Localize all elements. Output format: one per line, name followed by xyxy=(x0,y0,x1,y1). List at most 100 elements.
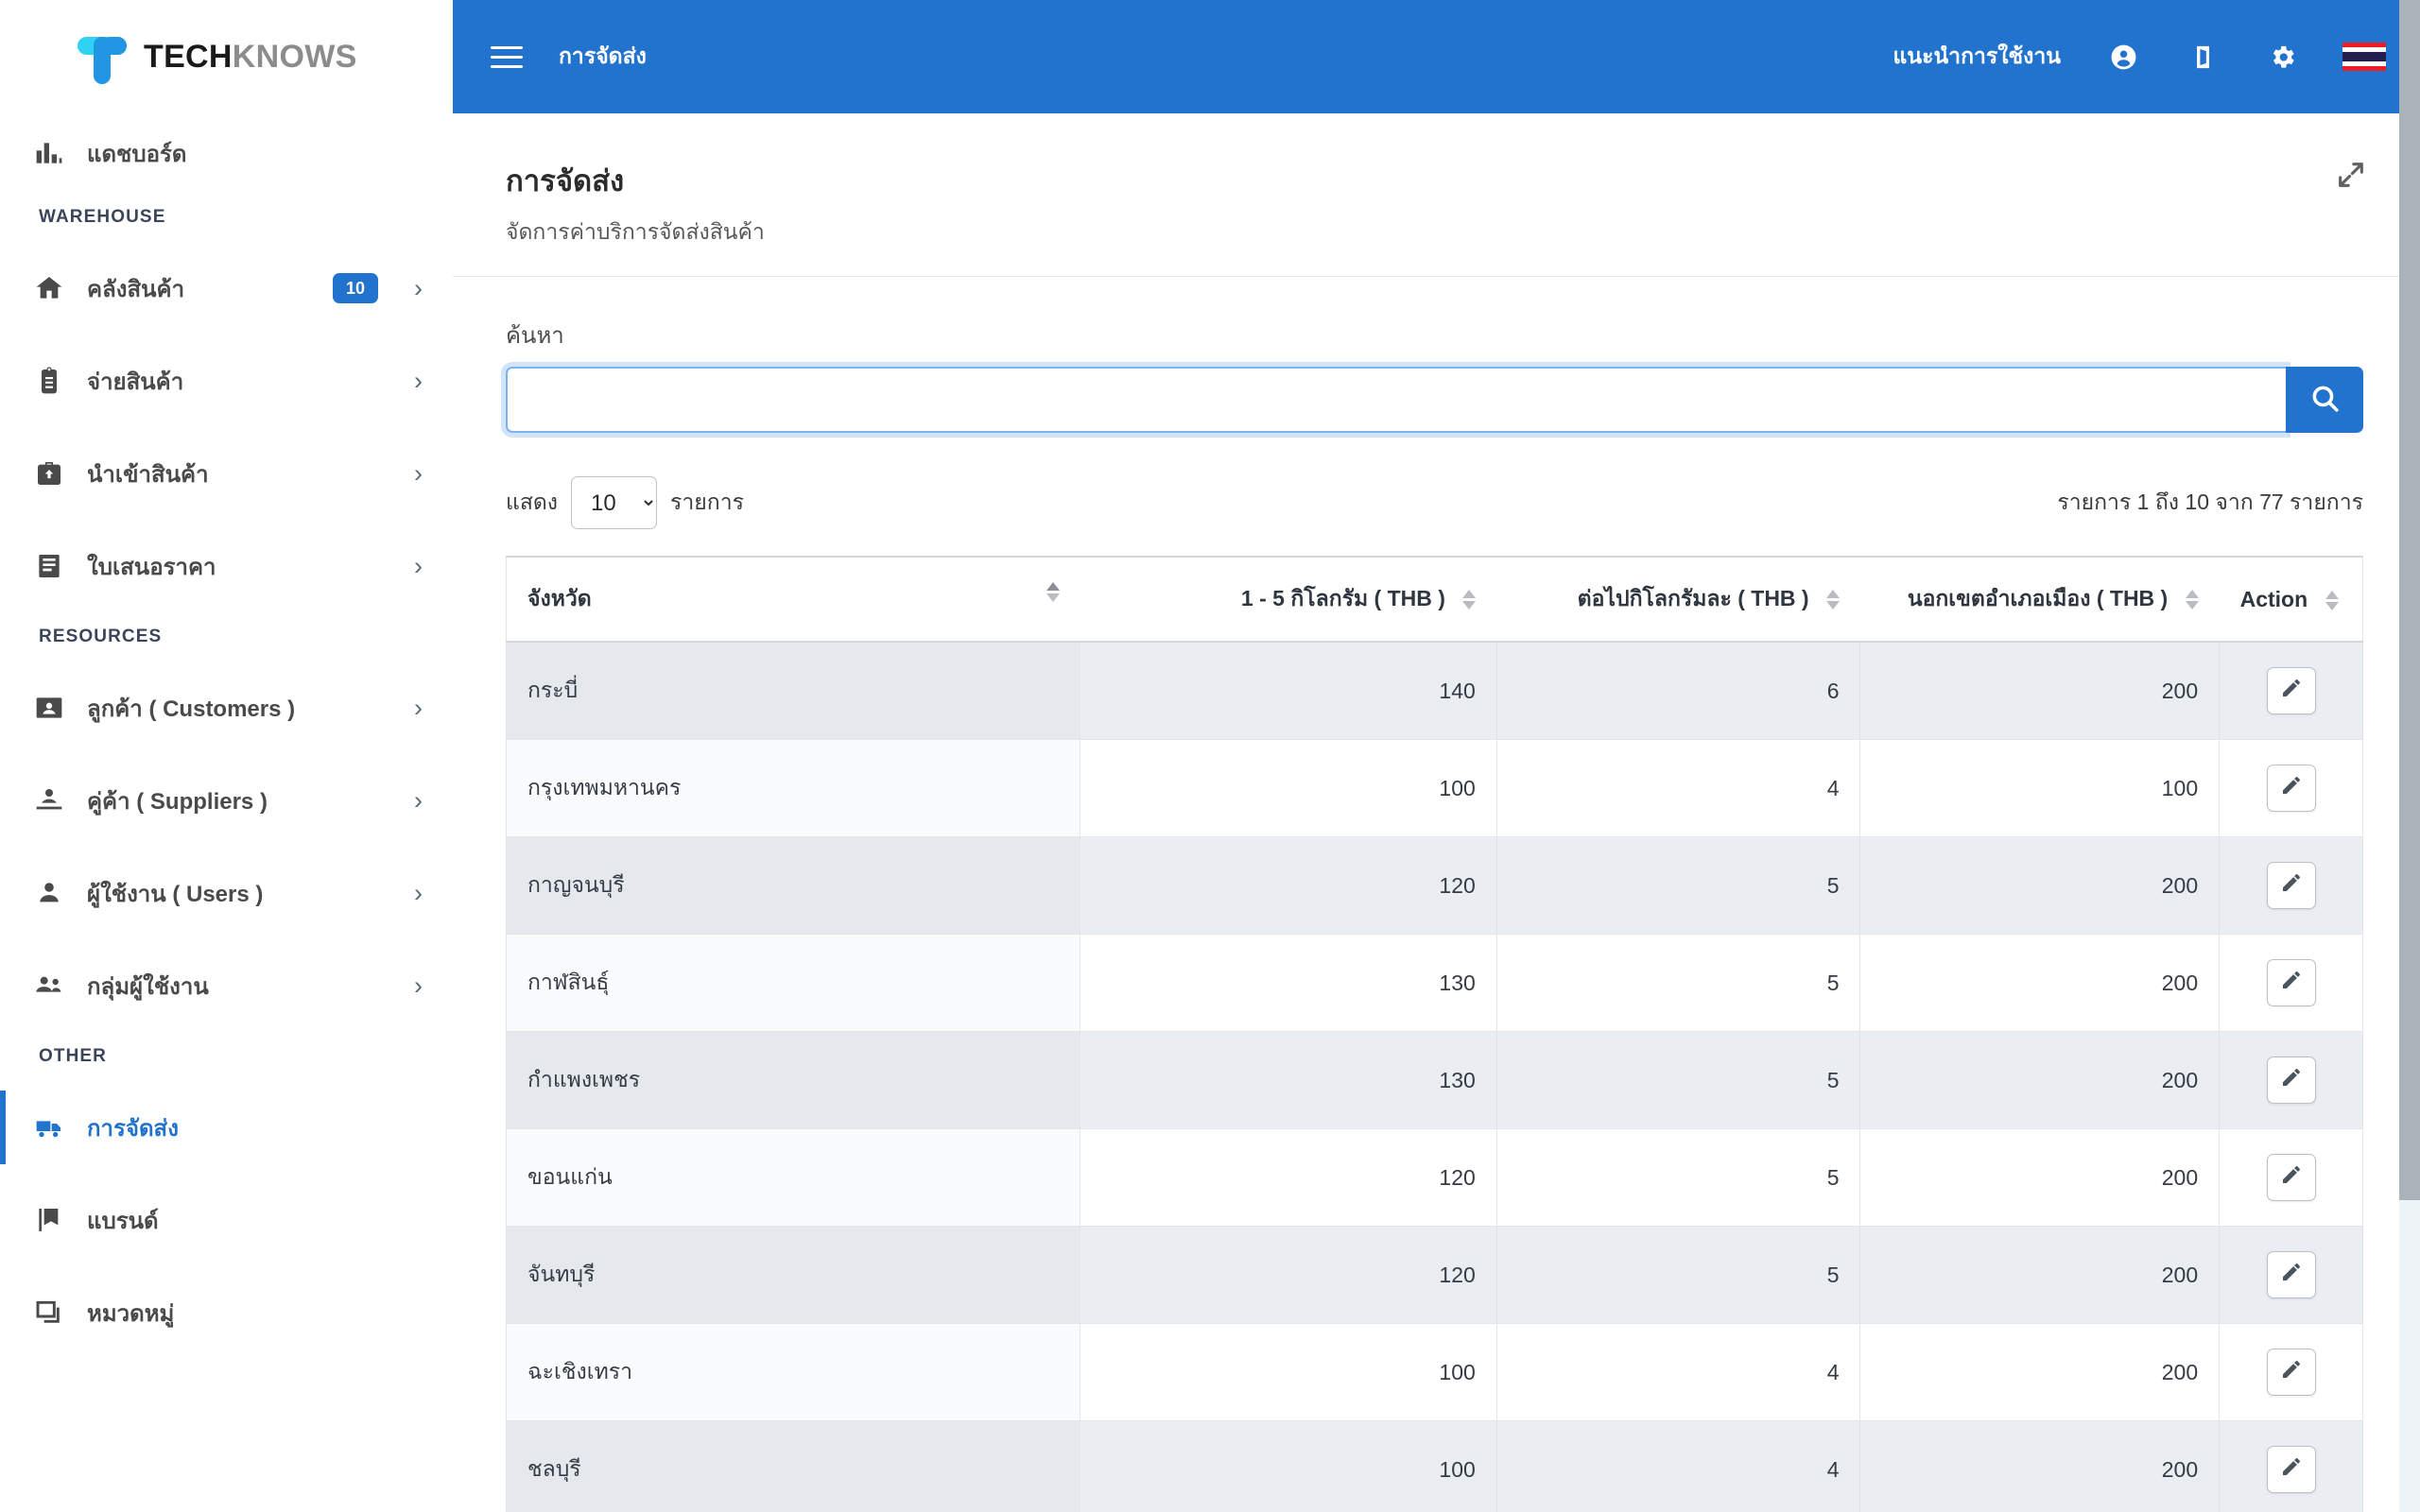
cell-action xyxy=(2219,739,2363,837)
edit-row-button[interactable] xyxy=(2266,667,2316,714)
main-area: การจัดส่ง แนะนำการใช้งาน การจัดส่ง จัดกา… xyxy=(453,0,2420,1512)
sidebar-item-label: นำเข้าสินค้า xyxy=(87,461,209,488)
edit-row-button[interactable] xyxy=(2266,1057,2316,1104)
page-scrollbar[interactable] xyxy=(2399,0,2420,1512)
search-input[interactable] xyxy=(506,367,2286,433)
contact-card-icon xyxy=(32,691,66,725)
edit-row-button[interactable] xyxy=(2266,1446,2316,1493)
sidebar-item-customers[interactable]: ลูกค้า ( Customers ) › xyxy=(0,662,453,754)
chevron-right-icon: › xyxy=(414,458,423,488)
sidebar-item-label: แดชบอร์ด xyxy=(87,141,187,167)
column-header-label: 1 - 5 กิโลกรัม ( THB ) xyxy=(1240,586,1445,610)
clipboard-icon xyxy=(32,364,66,398)
sidebar-item-warehouse[interactable]: คลังสินค้า 10 › xyxy=(0,242,453,335)
account-circle-icon[interactable] xyxy=(2104,38,2142,76)
help-guide-link[interactable]: แนะนำการใช้งาน xyxy=(1893,40,2061,74)
sidebar: TECHKNOWS แดชบอร์ด WAREHOUSE คลังสินค้า … xyxy=(0,0,453,1512)
cell-outside: 200 xyxy=(1859,1031,2220,1129)
cell-kg1to5: 120 xyxy=(1080,1226,1497,1324)
cell-perkg: 5 xyxy=(1495,1226,1860,1324)
sidebar-section-resources: RESOURCES xyxy=(39,627,163,646)
sidebar-item-categories[interactable]: หมวดหมู่ xyxy=(0,1266,453,1359)
bar-chart-icon xyxy=(32,136,66,170)
category-copy-icon xyxy=(32,1296,66,1330)
thai-flag-icon[interactable] xyxy=(2342,42,2386,72)
cell-action xyxy=(2219,1031,2363,1129)
sidebar-item-label: ลูกค้า ( Customers ) xyxy=(87,696,296,722)
table-controls: แสดง 10 25 50 100 รายการ รายการ 1 ถึง 10… xyxy=(506,476,2363,529)
column-header-outside[interactable]: นอกเขตอำเภอเมือง ( THB ) xyxy=(1859,556,2220,643)
edit-row-button[interactable] xyxy=(2266,765,2316,812)
sidebar-item-label: ผู้ใช้งาน ( Users ) xyxy=(87,881,264,907)
cell-outside: 200 xyxy=(1859,1226,2220,1324)
sidebar-item-label: การจัดส่ง xyxy=(87,1115,179,1142)
search-submit-button[interactable] xyxy=(2286,367,2363,433)
sidebar-item-quotation[interactable]: ใบเสนอราคา › xyxy=(0,520,453,612)
cell-action xyxy=(2219,836,2363,935)
cell-province: ชลบุรี xyxy=(505,1420,1080,1512)
sidebar-section-warehouse: WAREHOUSE xyxy=(39,207,166,227)
sidebar-section-other: OTHER xyxy=(39,1046,107,1066)
cell-kg1to5: 120 xyxy=(1080,836,1497,935)
sidebar-item-suppliers[interactable]: คู่ค้า ( Suppliers ) › xyxy=(0,754,453,847)
brand-logo[interactable]: TECHKNOWS xyxy=(0,0,453,113)
cell-kg1to5: 120 xyxy=(1080,1128,1497,1227)
show-entries-prefix: แสดง xyxy=(506,490,559,514)
sidebar-item-label: หมวดหมู่ xyxy=(87,1300,175,1327)
sidebar-item-dispatch[interactable]: จ่ายสินค้า › xyxy=(0,335,453,427)
sidebar-item-dashboard[interactable]: แดชบอร์ด xyxy=(0,113,453,193)
cell-action xyxy=(2219,642,2363,740)
page-title: การจัดส่ง xyxy=(506,164,625,198)
edit-row-button[interactable] xyxy=(2266,862,2316,909)
edit-row-button[interactable] xyxy=(2266,1154,2316,1201)
page-subtitle: จัดการค่าบริการจัดส่งสินค้า xyxy=(506,219,765,244)
cell-province: กาญจนบุรี xyxy=(505,836,1080,935)
pencil-edit-icon xyxy=(2280,871,2303,900)
column-header-label: Action xyxy=(2239,586,2308,611)
cell-province: กำแพงเพชร xyxy=(505,1031,1080,1129)
show-entries-suffix: รายการ xyxy=(670,490,744,514)
column-header-label: ต่อไปกิโลกรัมละ ( THB ) xyxy=(1577,586,1809,610)
cell-perkg: 5 xyxy=(1495,1128,1860,1227)
sidebar-item-label: กลุ่มผู้ใช้งาน xyxy=(87,973,209,1000)
sidebar-item-user-groups[interactable]: กลุ่มผู้ใช้งาน › xyxy=(0,939,453,1032)
pencil-edit-icon xyxy=(2280,1163,2303,1192)
search-label: ค้นหา xyxy=(506,323,564,349)
logout-door-icon[interactable] xyxy=(2184,38,2221,76)
pencil-edit-icon xyxy=(2280,774,2303,802)
expand-arrows-icon[interactable] xyxy=(2335,159,2367,191)
cell-outside: 200 xyxy=(1859,1128,2220,1227)
sidebar-item-import[interactable]: นำเข้าสินค้า › xyxy=(0,427,453,520)
edit-row-button[interactable] xyxy=(2266,1251,2316,1298)
chevron-right-icon: › xyxy=(414,273,423,302)
brand-name-part1: TECH xyxy=(144,38,233,75)
scrollbar-thumb[interactable] xyxy=(2399,0,2420,1200)
cell-perkg: 4 xyxy=(1495,1323,1860,1421)
column-header-perkg[interactable]: ต่อไปกิโลกรัมละ ( THB ) xyxy=(1496,556,1860,643)
pencil-edit-icon xyxy=(2280,1455,2303,1484)
cell-kg1to5: 100 xyxy=(1080,1323,1497,1421)
pencil-edit-icon xyxy=(2280,1358,2303,1386)
table-row: กระบี่ 140 6 200 xyxy=(505,642,2363,740)
search-row xyxy=(506,367,2363,433)
cell-outside: 200 xyxy=(1859,1420,2220,1512)
column-header-action[interactable]: Action xyxy=(2219,556,2363,643)
cell-province: จันทบุรี xyxy=(505,1226,1080,1324)
sidebar-item-label: แบรนด์ xyxy=(87,1208,159,1234)
cell-kg1to5: 130 xyxy=(1080,1031,1497,1129)
hamburger-icon[interactable] xyxy=(491,35,534,78)
column-header-kg1to5[interactable]: 1 - 5 กิโลกรัม ( THB ) xyxy=(1080,556,1497,643)
sidebar-item-shipping[interactable]: การจัดส่ง xyxy=(0,1081,453,1174)
sidebar-item-brands[interactable]: แบรนด์ xyxy=(0,1174,453,1266)
page-length-select[interactable]: 10 25 50 100 xyxy=(571,476,658,529)
brand-name-part2: KNOWS xyxy=(232,38,357,75)
brand-name: TECHKNOWS xyxy=(144,39,357,76)
settings-gear-icon[interactable] xyxy=(2263,38,2301,76)
cell-kg1to5: 100 xyxy=(1080,739,1497,837)
edit-row-button[interactable] xyxy=(2266,959,2316,1006)
edit-row-button[interactable] xyxy=(2266,1349,2316,1396)
table-row: กาฬสินธุ์ 130 5 200 xyxy=(505,934,2363,1032)
column-header-province[interactable]: จังหวัด xyxy=(505,556,1080,643)
sidebar-item-users[interactable]: ผู้ใช้งาน ( Users ) › xyxy=(0,847,453,939)
cell-action xyxy=(2219,1128,2363,1227)
